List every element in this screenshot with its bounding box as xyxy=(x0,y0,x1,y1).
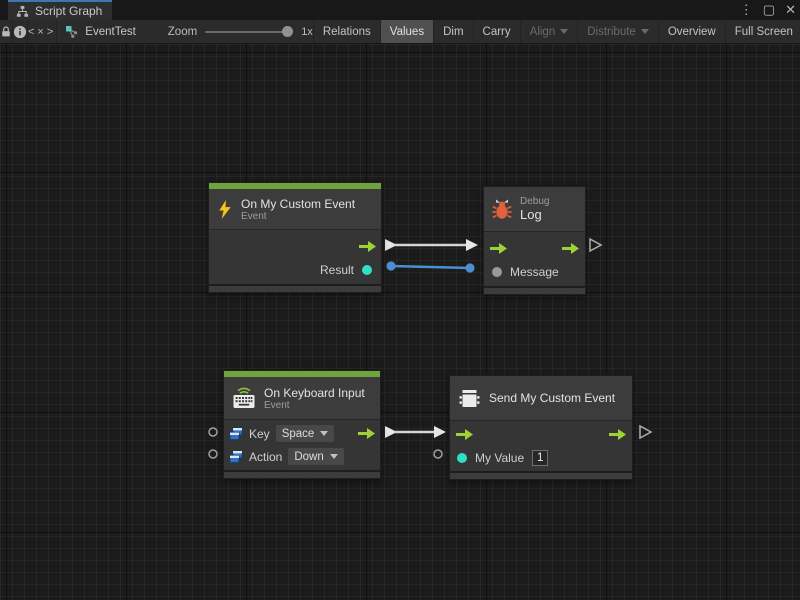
outer-flow-stub-send[interactable] xyxy=(640,426,651,438)
keyboard-icon xyxy=(232,387,256,409)
custom-event-icon xyxy=(458,388,481,409)
window-titlebar: Script Graph ⋮ ▢ ✕ xyxy=(0,0,800,20)
outer-flow-stub-log[interactable] xyxy=(590,239,601,251)
node-debug-log[interactable]: Debug Log Message xyxy=(483,186,586,295)
port-label-result: Result xyxy=(320,263,354,277)
action-dropdown[interactable]: Down xyxy=(288,448,343,465)
outer-port-key[interactable] xyxy=(209,428,217,436)
port-label-key: Key xyxy=(249,427,270,441)
node-on-keyboard-input[interactable]: On Keyboard Input Event Key Space xyxy=(223,370,381,479)
port-label-action: Action xyxy=(249,450,282,464)
zoom-label: Zoom xyxy=(168,26,197,38)
node-footer xyxy=(224,470,380,478)
value-output-port[interactable] xyxy=(362,265,372,275)
node-title: Log xyxy=(520,207,549,222)
node-title: On My Custom Event xyxy=(241,197,355,211)
info-button[interactable] xyxy=(13,20,28,43)
chevron-down-icon xyxy=(641,29,649,34)
enum-type-icon xyxy=(229,450,243,464)
maximize-icon[interactable]: ▢ xyxy=(763,0,775,20)
enum-type-icon xyxy=(229,427,243,441)
node-footer xyxy=(484,286,585,294)
value-input-port[interactable] xyxy=(457,453,467,463)
node-subtitle: Event xyxy=(241,211,355,222)
carry-button[interactable]: Carry xyxy=(473,20,520,43)
info-icon xyxy=(13,25,27,39)
node-on-my-custom-event[interactable]: On My Custom Event Event Result xyxy=(208,182,382,293)
key-dropdown[interactable]: Space xyxy=(276,425,335,442)
outer-port-my-value[interactable] xyxy=(434,450,442,458)
port-label-my-value: My Value xyxy=(475,451,524,465)
flow-wire-event-to-log[interactable] xyxy=(385,239,478,251)
lock-icon xyxy=(0,25,12,38)
close-icon[interactable]: ✕ xyxy=(785,0,796,20)
tab-script-graph[interactable]: Script Graph xyxy=(8,0,112,20)
flow-output-port[interactable] xyxy=(562,243,579,254)
node-footer xyxy=(450,471,632,479)
value-input-field[interactable]: 1 xyxy=(532,450,548,466)
flow-wire-keyboard-to-send[interactable] xyxy=(385,426,446,438)
lightning-icon xyxy=(217,200,233,219)
graph-toolbar: <×> EventTest Zoom 1x Relations Values D… xyxy=(0,20,800,44)
window-menu-icon[interactable]: ⋮ xyxy=(740,0,753,20)
node-send-my-custom-event[interactable]: Send My Custom Event My Value 1 xyxy=(449,375,633,480)
relations-button[interactable]: Relations xyxy=(313,20,380,43)
tab-label: Script Graph xyxy=(35,4,102,18)
code-icon: <×> xyxy=(28,26,56,38)
flow-input-port[interactable] xyxy=(456,429,473,440)
graph-reference[interactable]: EventTest xyxy=(57,20,146,43)
flow-output-port[interactable] xyxy=(609,429,626,440)
node-footer xyxy=(209,284,381,292)
values-button[interactable]: Values xyxy=(380,20,433,43)
flow-output-port[interactable] xyxy=(359,241,376,252)
wire-layer xyxy=(0,44,800,600)
zoom-slider-track xyxy=(205,31,293,33)
port-label-message: Message xyxy=(510,265,559,279)
graph-name: EventTest xyxy=(85,26,136,38)
outer-port-action[interactable] xyxy=(209,450,217,458)
zoom-slider[interactable] xyxy=(205,26,293,37)
code-preview-button[interactable]: <×> xyxy=(28,20,57,43)
chevron-down-icon xyxy=(320,431,328,436)
dim-button[interactable]: Dim xyxy=(433,20,472,43)
chevron-down-icon xyxy=(330,454,338,459)
chevron-down-icon xyxy=(560,29,568,34)
value-wire-result-to-message[interactable] xyxy=(386,261,474,272)
node-title: On Keyboard Input xyxy=(264,386,365,400)
flow-output-port[interactable] xyxy=(358,428,375,439)
zoom-value: 1x xyxy=(301,26,313,38)
fullscreen-button[interactable]: Full Screen xyxy=(725,20,800,43)
node-subtitle: Event xyxy=(264,400,365,411)
graph-asset-icon xyxy=(65,25,79,39)
align-dropdown-button[interactable]: Align xyxy=(520,20,578,43)
node-title: Send My Custom Event xyxy=(489,391,615,405)
value-input-port[interactable] xyxy=(492,267,502,277)
zoom-slider-handle[interactable] xyxy=(282,26,293,37)
overview-button[interactable]: Overview xyxy=(658,20,725,43)
graph-canvas[interactable]: On My Custom Event Event Result xyxy=(0,44,800,600)
distribute-dropdown-button[interactable]: Distribute xyxy=(577,20,658,43)
lock-button[interactable] xyxy=(0,20,13,43)
node-subtitle: Debug xyxy=(520,196,549,207)
hierarchy-icon xyxy=(16,5,29,18)
flow-input-port[interactable] xyxy=(490,243,507,254)
bug-icon xyxy=(492,199,512,220)
